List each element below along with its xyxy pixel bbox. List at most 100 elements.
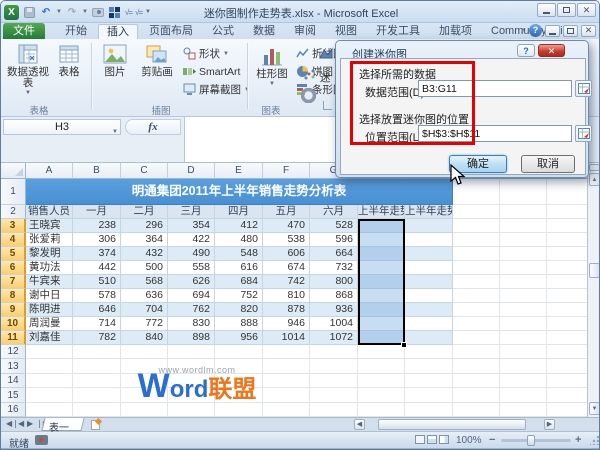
cell[interactable] bbox=[453, 219, 500, 233]
row-header[interactable]: 4 bbox=[1, 233, 26, 247]
cell[interactable] bbox=[453, 359, 500, 374]
cell[interactable] bbox=[547, 205, 588, 219]
cell[interactable]: 548 bbox=[215, 247, 263, 261]
row-header[interactable]: 1 bbox=[1, 179, 26, 205]
cell[interactable] bbox=[453, 374, 500, 388]
table-header-cell[interactable]: 六月 bbox=[310, 205, 358, 219]
cell[interactable] bbox=[453, 345, 500, 359]
other-charts-icon[interactable] bbox=[301, 88, 316, 103]
insert-worksheet-icon[interactable] bbox=[91, 420, 100, 430]
row-header[interactable]: 16 bbox=[1, 403, 26, 417]
cell[interactable]: 364 bbox=[121, 233, 168, 247]
macro-record-icon[interactable] bbox=[35, 435, 48, 445]
tab-公式[interactable]: 公式 bbox=[204, 24, 242, 39]
cell[interactable] bbox=[405, 219, 453, 233]
cell[interactable] bbox=[547, 303, 588, 317]
clipart-button[interactable]: 剪贴画 bbox=[137, 43, 177, 78]
cell[interactable]: 674 bbox=[263, 261, 310, 275]
cell[interactable] bbox=[500, 359, 547, 374]
cell[interactable]: 牛宾来 bbox=[26, 275, 73, 289]
cell[interactable] bbox=[358, 345, 405, 359]
row-header[interactable]: 15 bbox=[1, 388, 26, 403]
scroll-down-icon[interactable]: ▼ bbox=[589, 402, 600, 415]
cell[interactable] bbox=[358, 359, 405, 374]
close-icon[interactable]: ✕ bbox=[577, 3, 596, 17]
cell[interactable]: 606 bbox=[263, 247, 310, 261]
cell[interactable]: 500 bbox=[121, 261, 168, 275]
row-header[interactable]: 14 bbox=[1, 374, 26, 388]
cell[interactable] bbox=[405, 233, 453, 247]
hscroll-left-icon[interactable]: ◀ bbox=[354, 419, 365, 430]
cell[interactable] bbox=[547, 261, 588, 275]
row-header[interactable]: 2 bbox=[1, 205, 26, 219]
cell[interactable]: 762 bbox=[168, 303, 215, 317]
cell[interactable]: 732 bbox=[310, 261, 358, 275]
cell[interactable] bbox=[500, 179, 547, 205]
tab-开始[interactable]: 开始 bbox=[57, 24, 95, 39]
cell[interactable]: 1014 bbox=[263, 331, 310, 345]
cell[interactable] bbox=[26, 403, 73, 417]
title-bar[interactable]: X ↶ ▼ ↷ ▼ √= √= ▼ 迷你图制作走势表.xlsx - Micros… bbox=[1, 1, 600, 23]
cell[interactable]: 558 bbox=[168, 261, 215, 275]
cell[interactable]: 568 bbox=[121, 275, 168, 289]
cell[interactable]: 黄功法 bbox=[26, 261, 73, 275]
cell[interactable] bbox=[547, 345, 588, 359]
cell[interactable] bbox=[453, 275, 500, 289]
row-header[interactable]: 13 bbox=[1, 359, 26, 374]
cell[interactable]: 442 bbox=[73, 261, 121, 275]
cell[interactable]: 528 bbox=[310, 219, 358, 233]
cell[interactable]: 868 bbox=[310, 289, 358, 303]
dialog-help-icon[interactable]: ? bbox=[517, 44, 535, 57]
column-header[interactable]: D bbox=[168, 163, 215, 179]
cell[interactable]: 谢中日 bbox=[26, 289, 73, 303]
data-range-picker-button[interactable] bbox=[575, 80, 592, 97]
minimize-icon[interactable] bbox=[537, 3, 556, 17]
cell[interactable]: 306 bbox=[73, 233, 121, 247]
tab-视图[interactable]: 视图 bbox=[327, 24, 365, 39]
cell[interactable] bbox=[405, 331, 453, 345]
cell[interactable]: 646 bbox=[73, 303, 121, 317]
location-range-picker-button[interactable] bbox=[575, 125, 592, 142]
cell[interactable] bbox=[453, 289, 500, 303]
cell[interactable]: 王晓宾 bbox=[26, 219, 73, 233]
select-all-corner[interactable] bbox=[1, 163, 26, 179]
table-header-cell[interactable]: 四月 bbox=[215, 205, 263, 219]
cell[interactable] bbox=[405, 303, 453, 317]
next-sheet-icon[interactable]: ▶ bbox=[27, 419, 33, 428]
cell[interactable]: 626 bbox=[168, 275, 215, 289]
cell[interactable]: 296 bbox=[121, 219, 168, 233]
cell[interactable]: 412 bbox=[215, 219, 263, 233]
resize-grip[interactable] bbox=[590, 436, 599, 445]
column-header[interactable]: A bbox=[26, 163, 73, 179]
cell[interactable] bbox=[500, 275, 547, 289]
table-header-cell[interactable]: 上半年走势 bbox=[358, 205, 405, 219]
cell[interactable]: 664 bbox=[310, 247, 358, 261]
cell[interactable] bbox=[453, 403, 500, 417]
cell[interactable]: 810 bbox=[263, 289, 310, 303]
fill-handle[interactable] bbox=[401, 342, 407, 348]
cell[interactable] bbox=[453, 331, 500, 345]
area-chart-icon[interactable] bbox=[319, 47, 333, 59]
zoom-slider-thumb[interactable] bbox=[527, 435, 535, 446]
column-header[interactable]: F bbox=[263, 163, 310, 179]
cell[interactable] bbox=[121, 345, 168, 359]
smartart-button[interactable]: SmartArt bbox=[183, 64, 240, 79]
cell[interactable] bbox=[168, 345, 215, 359]
cell[interactable] bbox=[405, 345, 453, 359]
tab-审阅[interactable]: 审阅 bbox=[286, 24, 324, 39]
scroll-up-icon[interactable]: ▲ bbox=[589, 173, 600, 186]
cell[interactable]: 354 bbox=[168, 219, 215, 233]
first-sheet-icon[interactable]: ◀❘ bbox=[6, 419, 19, 428]
cell[interactable] bbox=[405, 289, 453, 303]
cell[interactable]: 742 bbox=[263, 275, 310, 289]
table-button[interactable]: 表格 bbox=[51, 43, 87, 78]
cell[interactable]: 772 bbox=[121, 317, 168, 331]
dialog-launcher-icon[interactable] bbox=[323, 101, 332, 110]
cell[interactable] bbox=[500, 331, 547, 345]
tab-开发工具[interactable]: 开发工具 bbox=[368, 24, 428, 39]
cell[interactable] bbox=[500, 289, 547, 303]
workbook-close-icon[interactable]: ✕ bbox=[581, 25, 596, 37]
scrollbar-thumb[interactable] bbox=[589, 263, 600, 278]
cell[interactable] bbox=[547, 388, 588, 403]
row-header[interactable]: 12 bbox=[1, 345, 26, 359]
